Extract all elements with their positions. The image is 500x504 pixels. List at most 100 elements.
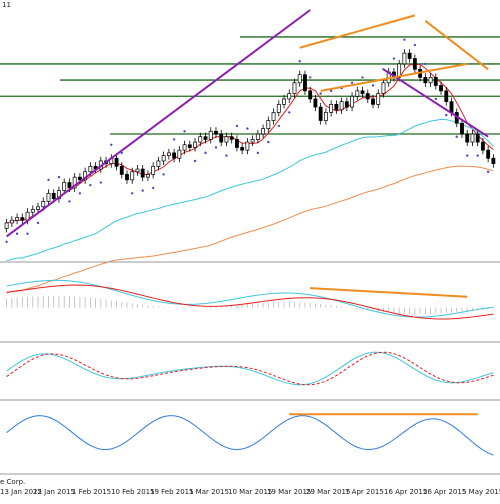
chart-window: 11 e Corp. 13 Jan 2015 22 Jan 2015 1 Feb 2… xyxy=(0,0,500,500)
candle-body-58 xyxy=(308,90,313,100)
x-tick-label: 10 Feb 2015 xyxy=(111,488,155,496)
candle-body-91 xyxy=(480,141,485,151)
sar-dot-34 xyxy=(183,130,186,133)
candle-body-22 xyxy=(119,165,124,175)
candle-body-53 xyxy=(282,98,286,105)
candle-body-90 xyxy=(475,133,480,143)
candle-body-32 xyxy=(172,152,177,159)
candle-body-31 xyxy=(166,152,171,156)
sar-dot-78 xyxy=(413,43,417,47)
candle-body-7 xyxy=(41,201,46,208)
candle-body-43 xyxy=(229,136,234,140)
sar-dot-36 xyxy=(193,159,197,163)
candle-body-0 xyxy=(4,222,9,229)
candle-body-65 xyxy=(344,101,349,108)
candle-body-41 xyxy=(219,133,224,143)
candle-body-52 xyxy=(276,103,281,113)
sar-dot-70 xyxy=(371,84,375,87)
sar-dot-38 xyxy=(204,151,207,155)
x-tick-label: 16 Apr 2015 xyxy=(384,488,428,496)
candle-body-5 xyxy=(30,209,35,213)
candle-body-93 xyxy=(491,157,496,165)
candle-body-84 xyxy=(444,90,449,103)
sar-dot-20 xyxy=(110,143,113,146)
candle-body-24 xyxy=(130,171,135,181)
sar-dot-42 xyxy=(225,154,228,157)
x-tick-label: 1 Feb 2015 xyxy=(72,488,112,496)
window-title-fragment: 11 xyxy=(2,1,11,9)
x-tick-label: 19 Mar 2015 xyxy=(267,488,312,496)
candle-body-12 xyxy=(67,182,72,189)
sar-dot-76 xyxy=(403,38,406,41)
candle-body-55 xyxy=(292,82,297,94)
sar-dot-12 xyxy=(68,200,71,203)
candle-body-38 xyxy=(203,136,208,140)
candle-body-23 xyxy=(125,174,129,181)
candle-body-16 xyxy=(88,165,93,173)
sar-dot-4 xyxy=(26,232,29,235)
sar-dot-58 xyxy=(308,76,312,79)
sar-dot-60 xyxy=(319,92,322,95)
candle-body-27 xyxy=(146,174,150,178)
candle-body-63 xyxy=(334,103,339,111)
candle-body-54 xyxy=(287,93,292,100)
candle-body-78 xyxy=(412,58,417,70)
sar-dot-88 xyxy=(466,154,469,157)
candle-body-92 xyxy=(486,149,491,159)
x-tick-label: 19 Feb 2015 xyxy=(150,488,194,496)
candle-body-21 xyxy=(114,157,119,167)
candle-body-3 xyxy=(20,217,25,221)
candle-body-76 xyxy=(402,52,407,65)
candle-body-70 xyxy=(371,98,375,105)
candle-body-1 xyxy=(9,219,14,224)
candle-body-68 xyxy=(360,90,365,94)
sar-dot-44 xyxy=(235,124,239,128)
sar-dot-68 xyxy=(361,76,364,79)
sar-dot-80 xyxy=(424,62,427,66)
candle-body-36 xyxy=(193,141,197,148)
candle-body-56 xyxy=(297,74,302,84)
sar-dot-56 xyxy=(298,60,301,63)
chart-svg xyxy=(0,0,500,500)
sar-dot-46 xyxy=(246,127,249,130)
sar-dot-40 xyxy=(214,146,218,149)
candle-body-60 xyxy=(318,106,323,121)
candle-body-35 xyxy=(187,144,192,148)
x-tick-label: 5 May 2015 xyxy=(462,488,500,496)
sar-dot-2 xyxy=(15,232,19,235)
candle-body-61 xyxy=(323,112,328,121)
sar-dot-52 xyxy=(277,124,280,128)
candle-body-81 xyxy=(428,77,433,84)
candle-body-83 xyxy=(439,85,443,92)
candle-body-59 xyxy=(313,98,318,108)
candle-body-82 xyxy=(433,77,438,86)
candle-body-45 xyxy=(240,147,245,151)
sar-dot-28 xyxy=(151,186,155,190)
candle-body-34 xyxy=(182,144,187,151)
sar-dot-14 xyxy=(78,192,82,195)
candle-body-26 xyxy=(140,168,145,178)
sar-dot-30 xyxy=(162,173,165,176)
candle-body-49 xyxy=(261,128,266,135)
sar-dot-66 xyxy=(350,81,354,84)
candle-body-29 xyxy=(156,160,161,167)
x-tick-label: 29 Mar 2015 xyxy=(306,488,351,496)
candle-body-44 xyxy=(234,139,239,148)
candle-body-66 xyxy=(350,95,354,108)
candle-body-6 xyxy=(36,206,40,210)
sar-dot-74 xyxy=(392,57,396,60)
candle-body-47 xyxy=(250,139,255,143)
candle-body-2 xyxy=(15,217,20,221)
sar-dot-54 xyxy=(288,111,291,114)
sar-dot-92 xyxy=(486,170,490,173)
candle-body-25 xyxy=(135,168,140,173)
candle-body-71 xyxy=(376,93,381,105)
x-tick-label: 26 Apr 2015 xyxy=(423,488,467,496)
candle-body-85 xyxy=(449,101,454,113)
candle-body-39 xyxy=(208,130,213,140)
candle-body-51 xyxy=(271,112,276,121)
x-tick-label: 10 Mar 2015 xyxy=(228,488,273,496)
candle-body-48 xyxy=(255,133,260,140)
sar-dot-82 xyxy=(434,97,438,101)
x-tick-label: 7 Apr 2015 xyxy=(345,488,384,496)
